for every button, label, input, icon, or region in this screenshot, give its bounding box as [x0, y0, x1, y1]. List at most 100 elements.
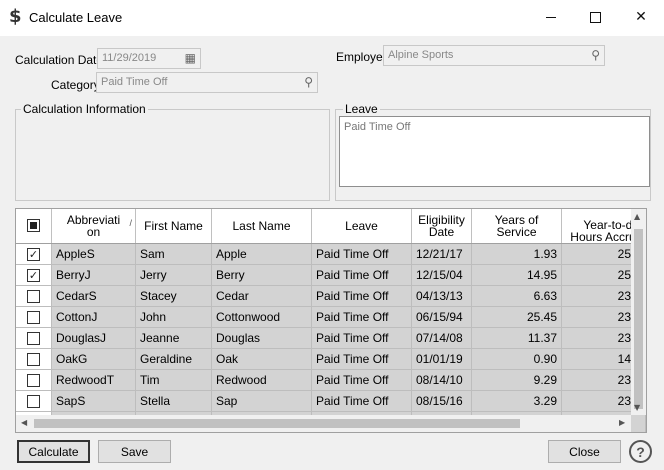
row-select-cell[interactable]: ✓ — [16, 244, 52, 264]
search-icon[interactable]: ⚲ — [591, 48, 600, 62]
minimize-button[interactable] — [528, 0, 574, 34]
row-checkbox[interactable] — [27, 395, 40, 408]
horizontal-scroll-thumb[interactable] — [34, 419, 520, 428]
select-all-checkbox[interactable] — [27, 219, 40, 232]
cell-first[interactable]: Jeanne — [136, 328, 212, 348]
save-button[interactable]: Save — [98, 440, 171, 463]
calculate-button[interactable]: Calculate — [17, 440, 90, 463]
row-checkbox[interactable] — [27, 290, 40, 303]
cell-last[interactable]: Berry — [212, 265, 312, 285]
cell-years[interactable]: 9.29 — [472, 370, 562, 390]
cell-leave[interactable]: Paid Time Off — [312, 265, 412, 285]
vertical-scroll-thumb[interactable] — [634, 229, 643, 409]
cell-first[interactable]: Stella — [136, 391, 212, 411]
window-close-button[interactable]: ✕ — [618, 0, 664, 34]
cell-last[interactable]: Apple — [212, 244, 312, 264]
cell-elig[interactable]: 07/14/08 — [412, 328, 472, 348]
header-select-all[interactable] — [16, 209, 52, 243]
cell-last[interactable]: Cottonwood — [212, 307, 312, 327]
cell-abbr[interactable]: RedwoodT — [52, 370, 136, 390]
header-eligibility-date[interactable]: Eligibility Date — [412, 209, 472, 243]
cell-elig[interactable]: 06/15/94 — [412, 307, 472, 327]
cell-abbr[interactable]: CottonJ — [52, 307, 136, 327]
cell-leave[interactable]: Paid Time Off — [312, 349, 412, 369]
cell-abbr[interactable]: AppleS — [52, 244, 136, 264]
cell-elig[interactable]: 12/15/04 — [412, 265, 472, 285]
scroll-down-icon[interactable]: ▼ — [634, 403, 640, 412]
table-row[interactable]: OakG Geraldine Oak Paid Time Off 01/01/19 0.9… — [16, 349, 646, 370]
cell-first[interactable]: Stacey — [136, 286, 212, 306]
category-field[interactable]: Paid Time Off ⚲ — [96, 72, 318, 93]
cell-elig[interactable]: 12/21/17 — [412, 244, 472, 264]
cell-years[interactable]: 3.29 — [472, 391, 562, 411]
row-select-cell[interactable]: ✓ — [16, 265, 52, 285]
cell-years[interactable]: 11.37 — [472, 328, 562, 348]
cell-last[interactable]: Redwood — [212, 370, 312, 390]
cell-abbr[interactable]: OakG — [52, 349, 136, 369]
table-row[interactable]: ✓ BerryJ Jerry Berry Paid Time Off 12/15/04 14… — [16, 265, 646, 286]
scroll-up-icon[interactable]: ▲ — [634, 212, 640, 221]
help-button[interactable]: ? — [629, 440, 652, 463]
row-select-cell[interactable] — [16, 286, 52, 306]
cell-leave[interactable]: Paid Time Off — [312, 286, 412, 306]
leave-textarea[interactable]: Paid Time Off — [339, 116, 650, 187]
grid-vertical-scrollbar[interactable]: ▲ ▼ — [631, 209, 646, 415]
scroll-left-icon[interactable]: ◀ — [21, 418, 27, 427]
row-checkbox[interactable] — [27, 332, 40, 345]
cell-leave[interactable]: Paid Time Off — [312, 244, 412, 264]
cell-last[interactable]: Oak — [212, 349, 312, 369]
cell-abbr[interactable]: DouglasJ — [52, 328, 136, 348]
table-row[interactable]: SapS Stella Sap Paid Time Off 08/15/16 3.29 23… — [16, 391, 646, 412]
row-checkbox[interactable]: ✓ — [27, 269, 40, 282]
table-row[interactable]: CedarS Stacey Cedar Paid Time Off 04/13/13 6.… — [16, 286, 646, 307]
header-years-of-service[interactable]: Years of Service — [472, 209, 562, 243]
row-checkbox[interactable] — [27, 374, 40, 387]
cell-first[interactable]: Sam — [136, 244, 212, 264]
cell-first[interactable]: Tim — [136, 370, 212, 390]
cell-last[interactable]: Douglas — [212, 328, 312, 348]
row-select-cell[interactable] — [16, 349, 52, 369]
cell-last[interactable]: Cedar — [212, 286, 312, 306]
cell-years[interactable]: 1.93 — [472, 244, 562, 264]
table-row[interactable]: CottonJ John Cottonwood Paid Time Off 06/15/… — [16, 307, 646, 328]
employer-field[interactable]: Alpine Sports ⚲ — [383, 45, 605, 66]
cell-leave[interactable]: Paid Time Off — [312, 391, 412, 411]
calendar-icon[interactable]: ▦ — [185, 51, 196, 65]
row-checkbox[interactable] — [27, 311, 40, 324]
cell-abbr[interactable]: SapS — [52, 391, 136, 411]
cell-leave[interactable]: Paid Time Off — [312, 370, 412, 390]
header-leave[interactable]: Leave — [312, 209, 412, 243]
row-select-cell[interactable] — [16, 307, 52, 327]
cell-last[interactable]: Sap — [212, 391, 312, 411]
row-select-cell[interactable] — [16, 370, 52, 390]
header-last-name[interactable]: Last Name — [212, 209, 312, 243]
cell-first[interactable]: Jerry — [136, 265, 212, 285]
table-row[interactable]: ✓ AppleS Sam Apple Paid Time Off 12/21/17 1.93… — [16, 244, 646, 265]
cell-elig[interactable]: 08/14/10 — [412, 370, 472, 390]
grid-horizontal-scrollbar[interactable]: ◀ ▶ — [16, 415, 631, 432]
cell-elig[interactable]: 01/01/19 — [412, 349, 472, 369]
calculation-date-field[interactable]: 11/29/2019 ▦ — [97, 48, 201, 69]
row-checkbox[interactable] — [27, 353, 40, 366]
maximize-button[interactable] — [572, 0, 618, 34]
cell-abbr[interactable]: BerryJ — [52, 265, 136, 285]
scroll-right-icon[interactable]: ▶ — [619, 418, 625, 427]
header-abbreviation[interactable]: Abbreviati on / — [52, 209, 136, 243]
cell-first[interactable]: Geraldine — [136, 349, 212, 369]
row-select-cell[interactable] — [16, 328, 52, 348]
cell-years[interactable]: 0.90 — [472, 349, 562, 369]
cell-elig[interactable]: 08/15/16 — [412, 391, 472, 411]
cell-elig[interactable]: 04/13/13 — [412, 286, 472, 306]
close-button[interactable]: Close — [548, 440, 621, 463]
cell-years[interactable]: 14.95 — [472, 265, 562, 285]
header-first-name[interactable]: First Name — [136, 209, 212, 243]
table-row[interactable]: DouglasJ Jeanne Douglas Paid Time Off 07/14/… — [16, 328, 646, 349]
table-row[interactable]: RedwoodT Tim Redwood Paid Time Off 08/14/10 9… — [16, 370, 646, 391]
cell-abbr[interactable]: CedarS — [52, 286, 136, 306]
cell-leave[interactable]: Paid Time Off — [312, 328, 412, 348]
search-icon[interactable]: ⚲ — [304, 75, 313, 89]
row-select-cell[interactable] — [16, 391, 52, 411]
cell-first[interactable]: John — [136, 307, 212, 327]
cell-years[interactable]: 6.63 — [472, 286, 562, 306]
cell-leave[interactable]: Paid Time Off — [312, 307, 412, 327]
